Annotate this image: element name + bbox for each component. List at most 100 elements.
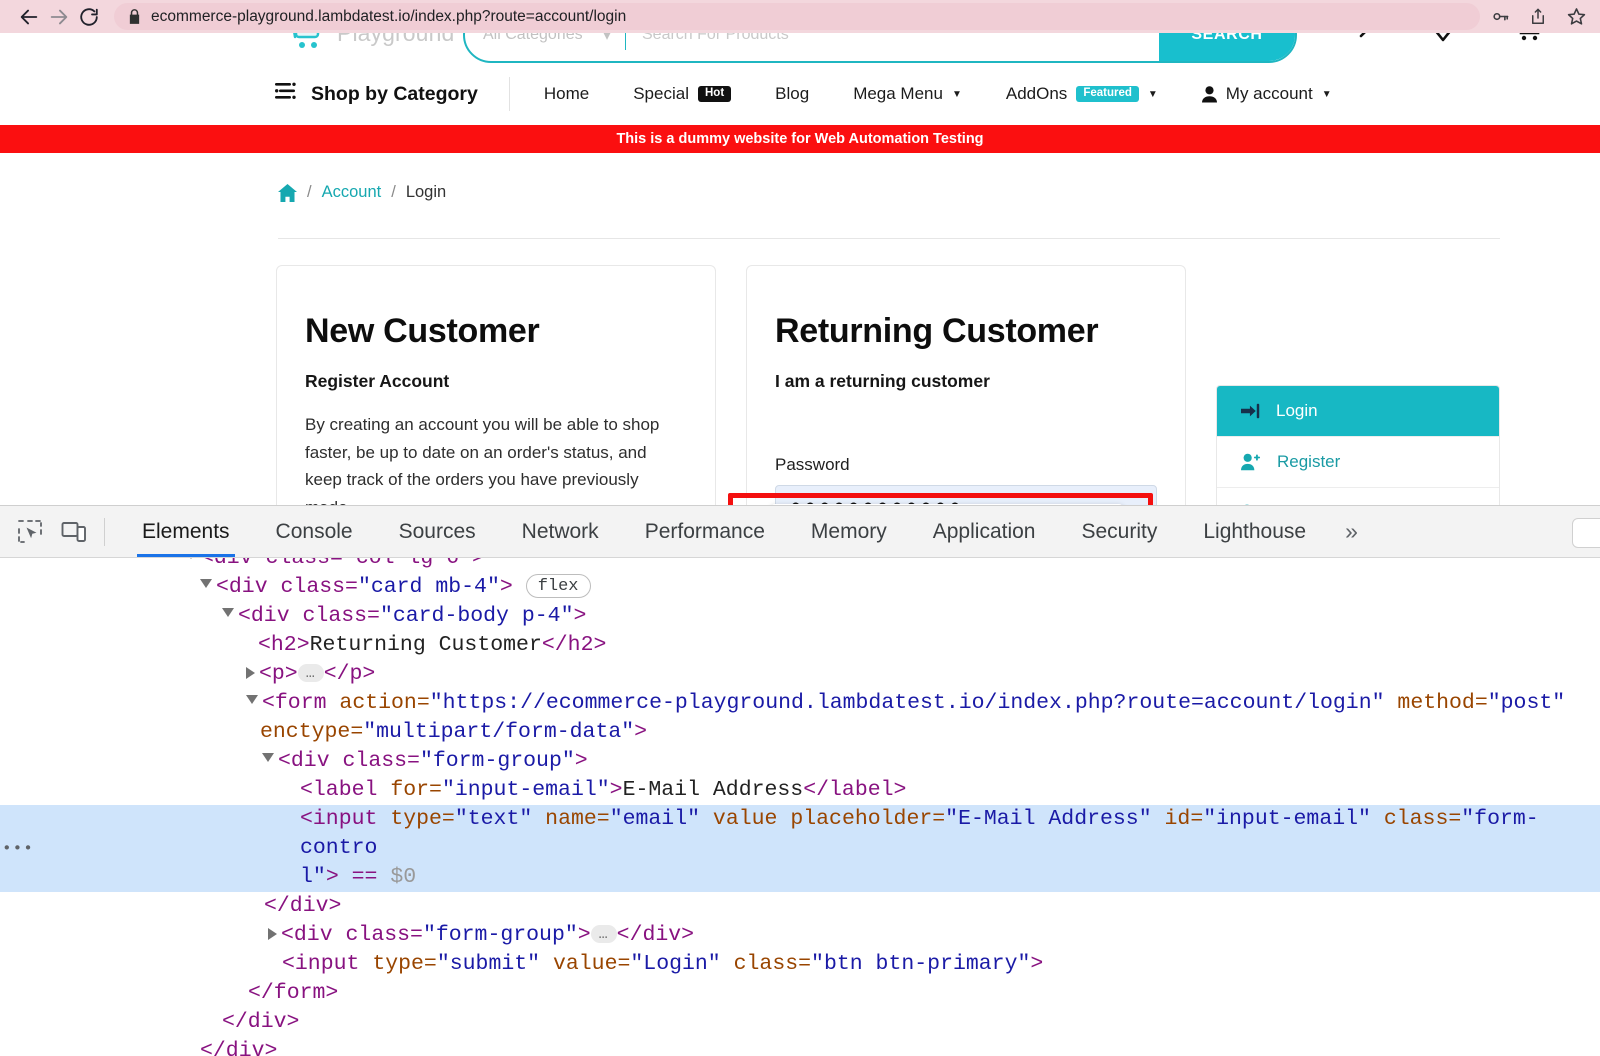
star-icon[interactable] [1566,7,1586,27]
wishlist-heart-icon[interactable] [1424,33,1462,52]
site-logo[interactable]: Playground [283,33,454,55]
dom-line[interactable]: <label for="input-email">E-Mail Address<… [0,776,1600,805]
tab-security[interactable]: Security [1058,506,1180,557]
row-more-icon[interactable]: ••• [2,834,34,863]
sidebar-item-forgotten-password[interactable]: Forgotten Password [1217,488,1499,505]
search-bar[interactable]: All Categories ▾ Search For Products SEA… [463,33,1297,63]
browser-toolbar: ecommerce-playground.lambdatest.io/index… [0,0,1600,33]
dom-line[interactable]: <p>…</p> [0,660,1600,689]
nav-item-label: Home [544,84,589,104]
badge-featured: Featured [1076,86,1139,103]
expand-arrow-icon[interactable] [200,579,212,594]
dom-line[interactable]: </form> [0,979,1600,1008]
user-plus-icon [1241,453,1261,471]
collapsed-content-icon[interactable]: … [591,925,617,943]
dummy-site-banner: This is a dummy website for Web Automati… [0,125,1600,153]
nav-item-home[interactable]: Home [544,84,611,104]
expand-arrow-icon[interactable] [268,928,277,940]
tab-performance[interactable]: Performance [622,506,788,557]
nav-item-mega-menu[interactable]: Mega Menu ▼ [831,84,984,104]
dom-line[interactable]: </div> [0,892,1600,921]
nav-item-special[interactable]: Special Hot [611,84,753,104]
devtools-toolbar: Elements Console Sources Network Perform… [0,506,1600,558]
flex-badge[interactable]: flex [526,574,591,598]
breadcrumb-current: Login [406,183,446,202]
forward-arrow-icon[interactable] [44,2,74,32]
compare-arrow-icon[interactable] [1340,33,1374,52]
person-icon [1202,86,1217,103]
expand-arrow-icon[interactable] [185,558,197,565]
tab-lighthouse[interactable]: Lighthouse [1180,506,1329,557]
devtools-panel: Elements Console Sources Network Perform… [0,505,1600,1056]
nav-item-addons[interactable]: AddOns Featured ▼ [984,84,1180,104]
new-customer-card: New Customer Register Account By creatin… [276,265,716,505]
dom-line[interactable]: <form action="https://ecommerce-playgrou… [0,689,1600,747]
expand-arrow-icon[interactable] [246,695,258,710]
search-input[interactable]: Search For Products [626,33,1159,44]
new-customer-body: By creating an account you will be able … [305,411,687,505]
breadcrumb: / Account / Login [0,153,1600,202]
dom-line[interactable]: </div> [0,1037,1600,1056]
badge-hot: Hot [698,86,731,103]
search-category-label: All Categories [483,33,583,44]
shopping-cart-logo-icon [283,33,329,55]
tab-sources[interactable]: Sources [376,506,499,557]
dom-line[interactable]: <h2>Returning Customer</h2> [0,631,1600,660]
shop-by-category-label: Shop by Category [311,83,478,106]
account-sidebar: Login Register Forgotten Password [1216,385,1500,505]
nav-item-label: Blog [775,84,809,104]
address-bar[interactable]: ecommerce-playground.lambdatest.io/index… [114,3,1480,30]
tab-memory[interactable]: Memory [788,506,910,557]
hamburger-icon [275,82,297,106]
device-toolbar-icon[interactable] [52,512,96,552]
dom-line[interactable]: <div class="form-group"> [0,747,1600,776]
share-icon[interactable] [1528,7,1548,27]
new-customer-subtitle: Register Account [305,371,687,392]
dom-line[interactable]: </div> [0,1008,1600,1037]
nav-item-blog[interactable]: Blog [753,84,831,104]
dom-line[interactable]: <input type="submit" value="Login" class… [0,950,1600,979]
tab-elements[interactable]: Elements [119,506,253,557]
devtools-tabs: Elements Console Sources Network Perform… [119,506,1374,557]
breadcrumb-account-link[interactable]: Account [322,183,382,202]
devtools-right-control[interactable] [1572,518,1600,548]
expand-arrow-icon[interactable] [222,608,234,623]
dom-line-selected[interactable]: •••<input type="text" name="email" value… [0,805,1600,892]
dom-line[interactable]: <div class="card-body p-4"> [0,602,1600,631]
site-logo-text: Playground [337,33,454,47]
tab-console[interactable]: Console [253,506,376,557]
returning-customer-subtitle: I am a returning customer [775,371,1157,392]
reload-icon[interactable] [74,2,104,32]
dom-line[interactable]: <div class="card mb-4"> flex [0,573,1600,602]
toolbar-divider [104,518,105,546]
site-header: Playground All Categories ▾ Search For P… [0,33,1600,63]
tab-application[interactable]: Application [910,506,1059,557]
expand-arrow-icon[interactable] [262,753,274,768]
cart-icon[interactable] [1512,33,1546,52]
page-content: / Account / Login New Customer Register … [0,153,1600,202]
key-icon[interactable] [1490,7,1510,27]
tab-network[interactable]: Network [499,506,622,557]
breadcrumb-separator: / [391,183,396,202]
expand-arrow-icon[interactable] [246,667,255,679]
dom-line[interactable]: <div class="form-group">…</div> [0,921,1600,950]
collapsed-content-icon[interactable]: … [298,664,324,682]
screen-root: ecommerce-playground.lambdatest.io/index… [0,0,1600,1056]
chevron-down-icon: ▼ [952,89,962,100]
nav-item-my-account[interactable]: My account ▼ [1180,84,1354,104]
shop-by-category-button[interactable]: Shop by Category [275,82,478,106]
home-icon[interactable] [278,184,297,202]
search-category-select[interactable]: All Categories ▾ [465,33,625,45]
back-arrow-icon[interactable] [14,2,44,32]
chevron-down-icon: ▼ [1148,89,1158,100]
inspect-element-icon[interactable] [8,512,52,552]
dom-line[interactable]: <div class="col-lg-6"> [0,558,1600,573]
nav-item-label: AddOns [1006,84,1067,104]
password-input[interactable]: ●●●●●●●●●●●● [775,485,1157,505]
sidebar-item-label: Login [1276,401,1318,421]
more-tabs-icon[interactable]: » [1329,506,1374,557]
new-customer-title: New Customer [305,312,687,351]
search-button[interactable]: SEARCH [1159,33,1295,61]
sidebar-item-register[interactable]: Register [1217,437,1499,488]
sidebar-item-login[interactable]: Login [1217,386,1499,437]
